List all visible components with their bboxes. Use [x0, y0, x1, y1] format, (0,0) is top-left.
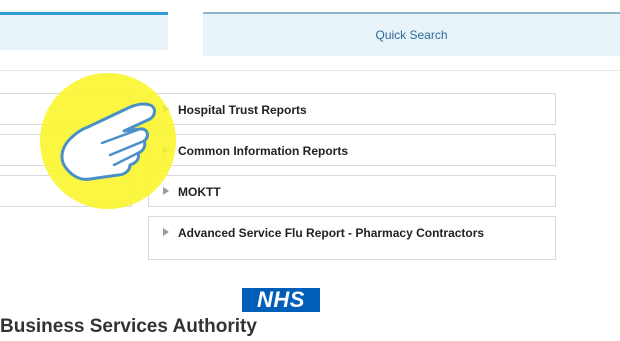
organisation-name: Business Services Authority — [0, 316, 257, 337]
report-label: Hospital Trust Reports — [178, 103, 307, 117]
report-label: Common Information Reports — [178, 144, 348, 158]
report-label: MOKTT — [178, 185, 221, 199]
tab-left[interactable] — [0, 12, 168, 50]
nhs-logo: NHS — [242, 288, 320, 312]
pointing-hand-icon — [60, 102, 156, 181]
report-moktt[interactable]: MOKTT — [148, 175, 556, 207]
tab-quick-search[interactable]: Quick Search — [203, 12, 620, 56]
report-advanced-service-flu[interactable]: Advanced Service Flu Report - Pharmacy C… — [148, 216, 556, 260]
tab-quick-search-label: Quick Search — [375, 28, 448, 42]
divider — [0, 70, 620, 71]
report-common-information[interactable]: Common Information Reports — [148, 134, 556, 166]
report-label: Advanced Service Flu Report - Pharmacy C… — [178, 226, 485, 240]
triangle-right-icon — [163, 228, 169, 236]
report-hospital-trust[interactable]: Hospital Trust Reports — [148, 93, 556, 125]
